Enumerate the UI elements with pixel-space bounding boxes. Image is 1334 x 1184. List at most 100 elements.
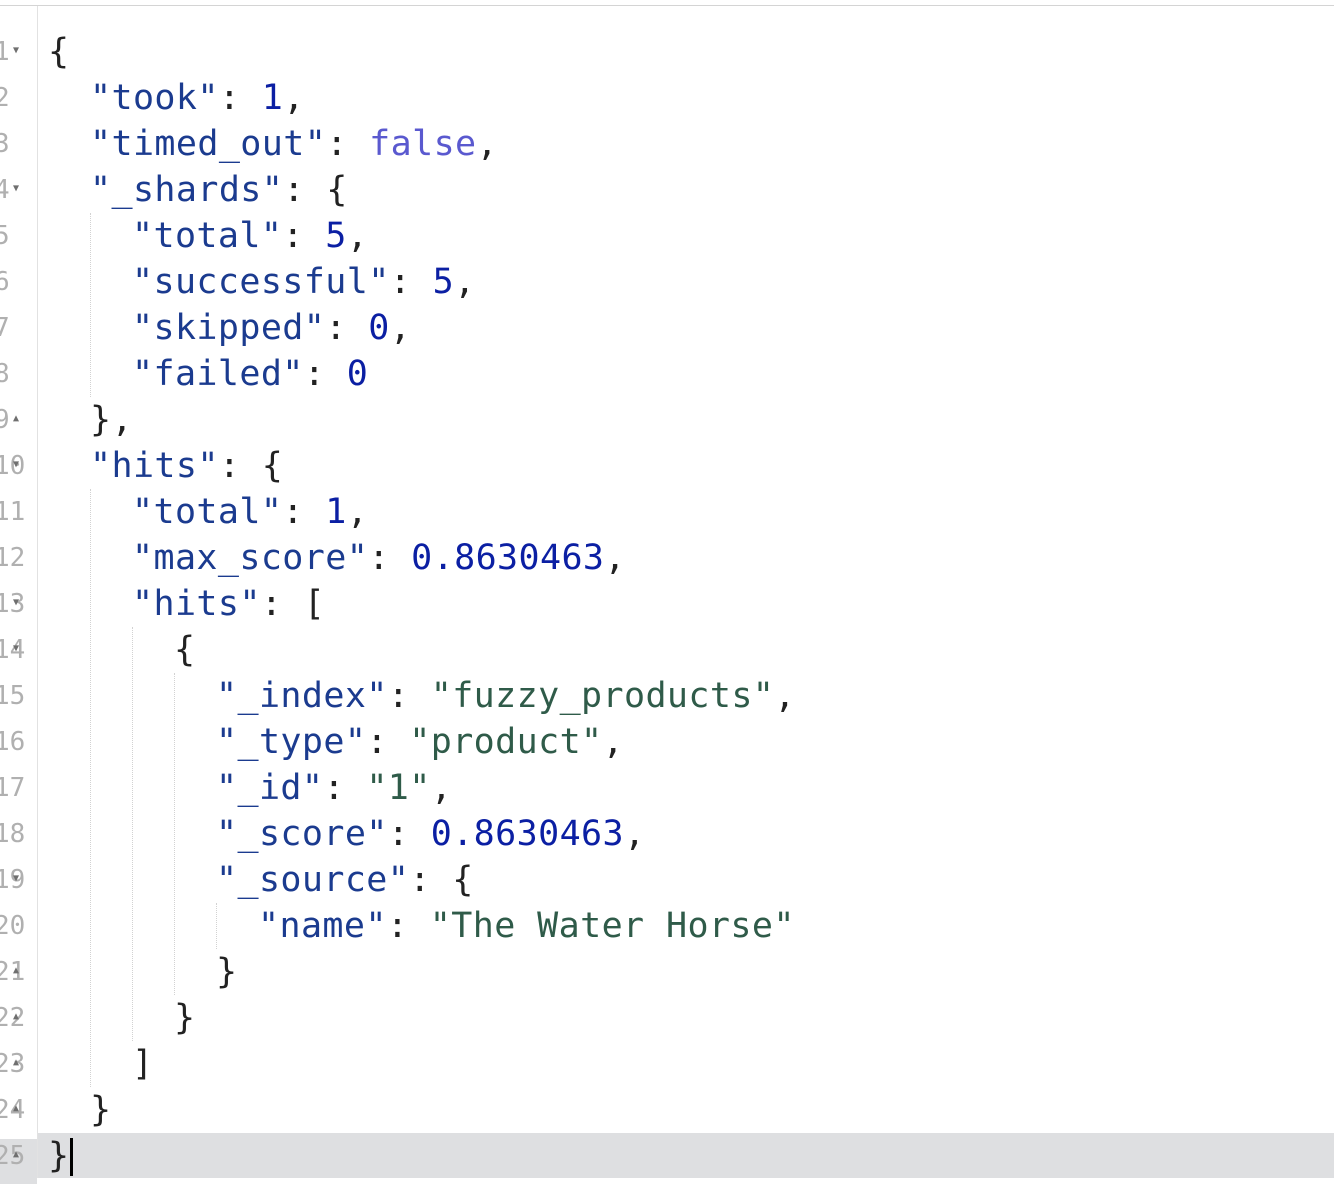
gutter-row: 12	[0, 535, 37, 581]
code-line[interactable]: "max_score": 0.8630463,	[132, 535, 626, 581]
line-number: 16	[0, 727, 26, 757]
json-key: "skipped"	[132, 308, 326, 348]
json-punctuation: : {	[218, 446, 284, 486]
json-punctuation: : {	[283, 170, 348, 210]
json-punctuation: {	[174, 630, 196, 670]
json-punctuation: :	[282, 492, 326, 532]
fold-collapse-icon[interactable]: ▼	[13, 873, 19, 885]
gutter-row: 19 ▼	[0, 857, 37, 903]
fold-expand-icon[interactable]: ▲	[13, 965, 19, 977]
code-line[interactable]: "_type": "product",	[216, 719, 624, 765]
text-cursor	[70, 1138, 74, 1176]
indent-guide	[90, 213, 91, 397]
fold-expand-icon[interactable]: ▲	[13, 413, 19, 425]
gutter-row: 14 ▼	[0, 627, 37, 673]
code-line[interactable]: }	[216, 949, 237, 995]
json-boolean: false	[369, 124, 477, 164]
gutter-row: 15	[0, 673, 37, 719]
json-punctuation: :	[386, 906, 430, 946]
json-punctuation: }	[174, 998, 196, 1038]
json-punctuation: :	[387, 676, 431, 716]
json-punctuation: ,	[430, 768, 453, 808]
line-number-gutter: 1 ▼ 2 3 4 ▼ 5 6 7 8 9 ▲ 10 ▼ 11 12 13 ▼ 14 ▼ 15 16 17 18 19 ▼ 20 21…	[0, 6, 38, 1184]
code-line[interactable]: "timed_out": false,	[90, 121, 498, 167]
code-line[interactable]: }	[48, 1133, 74, 1179]
code-line[interactable]: "_id": "1",	[216, 765, 452, 811]
gutter-row: 23 ▲	[0, 1041, 37, 1087]
code-line[interactable]: }	[90, 1087, 111, 1133]
line-number: 20	[0, 911, 26, 941]
fold-collapse-icon[interactable]: ▼	[13, 183, 19, 195]
json-string: "The Water Horse"	[429, 906, 795, 946]
json-number: 5	[432, 262, 455, 302]
line-number: 8	[0, 359, 10, 389]
code-line[interactable]: {	[48, 29, 69, 75]
code-line[interactable]: "skipped": 0,	[132, 305, 411, 351]
gutter-row: 9 ▲	[0, 397, 37, 443]
json-key: "_shards"	[90, 170, 284, 210]
json-punctuation: ]	[132, 1044, 154, 1084]
code-line[interactable]: "hits": {	[90, 443, 283, 489]
gutter-row: 24 ▲	[0, 1087, 37, 1133]
code-line[interactable]: "_source": {	[216, 857, 474, 903]
code-line[interactable]: {	[174, 627, 195, 673]
code-line[interactable]: "name": "The Water Horse"	[258, 903, 795, 949]
json-punctuation: :	[303, 354, 347, 394]
gutter-row: 17	[0, 765, 37, 811]
line-number: 15	[0, 681, 26, 711]
json-punctuation: ,	[604, 538, 626, 578]
fold-collapse-icon[interactable]: ▼	[13, 459, 19, 471]
fold-expand-icon[interactable]: ▲	[13, 1103, 19, 1115]
json-punctuation: }	[216, 952, 238, 992]
gutter-row: 2	[0, 75, 37, 121]
editor-top-border	[0, 5, 1334, 6]
json-punctuation: : {	[409, 860, 474, 900]
code-line[interactable]: ]	[132, 1041, 153, 1087]
json-key: "timed_out"	[90, 124, 327, 164]
code-line[interactable]: "_index": "fuzzy_products",	[216, 673, 796, 719]
code-line[interactable]: "_shards": {	[90, 167, 348, 213]
gutter-row: 22 ▲	[0, 995, 37, 1041]
json-punctuation: :	[368, 538, 412, 578]
line-number: 7	[0, 313, 10, 343]
json-number: 0	[368, 308, 390, 348]
json-key: "_score"	[216, 814, 388, 854]
code-line[interactable]: "took": 1,	[90, 75, 305, 121]
code-line[interactable]: "total": 1,	[132, 489, 368, 535]
code-line[interactable]: "total": 5,	[132, 213, 368, 259]
gutter-row: 7	[0, 305, 37, 351]
fold-collapse-icon[interactable]: ▼	[13, 643, 19, 655]
json-punctuation: ,	[774, 676, 796, 716]
json-number: 5	[325, 216, 347, 256]
code-line[interactable]: "failed": 0	[132, 351, 368, 397]
json-number: 1	[261, 78, 284, 118]
indent-guide	[90, 489, 91, 1087]
line-number: 18	[0, 819, 26, 849]
fold-collapse-icon[interactable]: ▼	[13, 45, 19, 57]
fold-expand-icon[interactable]: ▲	[13, 1149, 19, 1161]
json-punctuation: :	[218, 78, 262, 118]
json-string: "1"	[366, 768, 431, 808]
code-line[interactable]: }	[174, 995, 195, 1041]
code-line[interactable]: "successful": 5,	[132, 259, 476, 305]
json-punctuation: }	[48, 1136, 70, 1176]
gutter-row: 10 ▼	[0, 443, 37, 489]
json-punctuation: :	[389, 262, 433, 302]
code-line[interactable]: },	[90, 397, 133, 443]
json-key: "_id"	[216, 768, 324, 808]
fold-expand-icon[interactable]: ▲	[13, 1057, 19, 1069]
line-number: 6	[0, 267, 10, 297]
json-key: "hits"	[90, 446, 219, 486]
code-line[interactable]: "hits": [	[132, 581, 325, 627]
gutter-row: 6	[0, 259, 37, 305]
json-key: "total"	[132, 216, 283, 256]
fold-expand-icon[interactable]: ▲	[13, 1011, 19, 1023]
json-punctuation: ,	[283, 78, 305, 118]
json-number: 0	[346, 354, 369, 394]
json-response-editor[interactable]: 1 ▼ 2 3 4 ▼ 5 6 7 8 9 ▲ 10 ▼ 11 12 13 ▼ 14 ▼ 15 16 17 18 19 ▼ 20 21…	[0, 0, 1334, 1184]
code-line[interactable]: "_score": 0.8630463,	[216, 811, 645, 857]
json-key: "name"	[258, 906, 387, 946]
fold-collapse-icon[interactable]: ▼	[13, 597, 19, 609]
json-punctuation: ,	[346, 216, 369, 256]
gutter-row: 25 ▲	[0, 1133, 37, 1179]
